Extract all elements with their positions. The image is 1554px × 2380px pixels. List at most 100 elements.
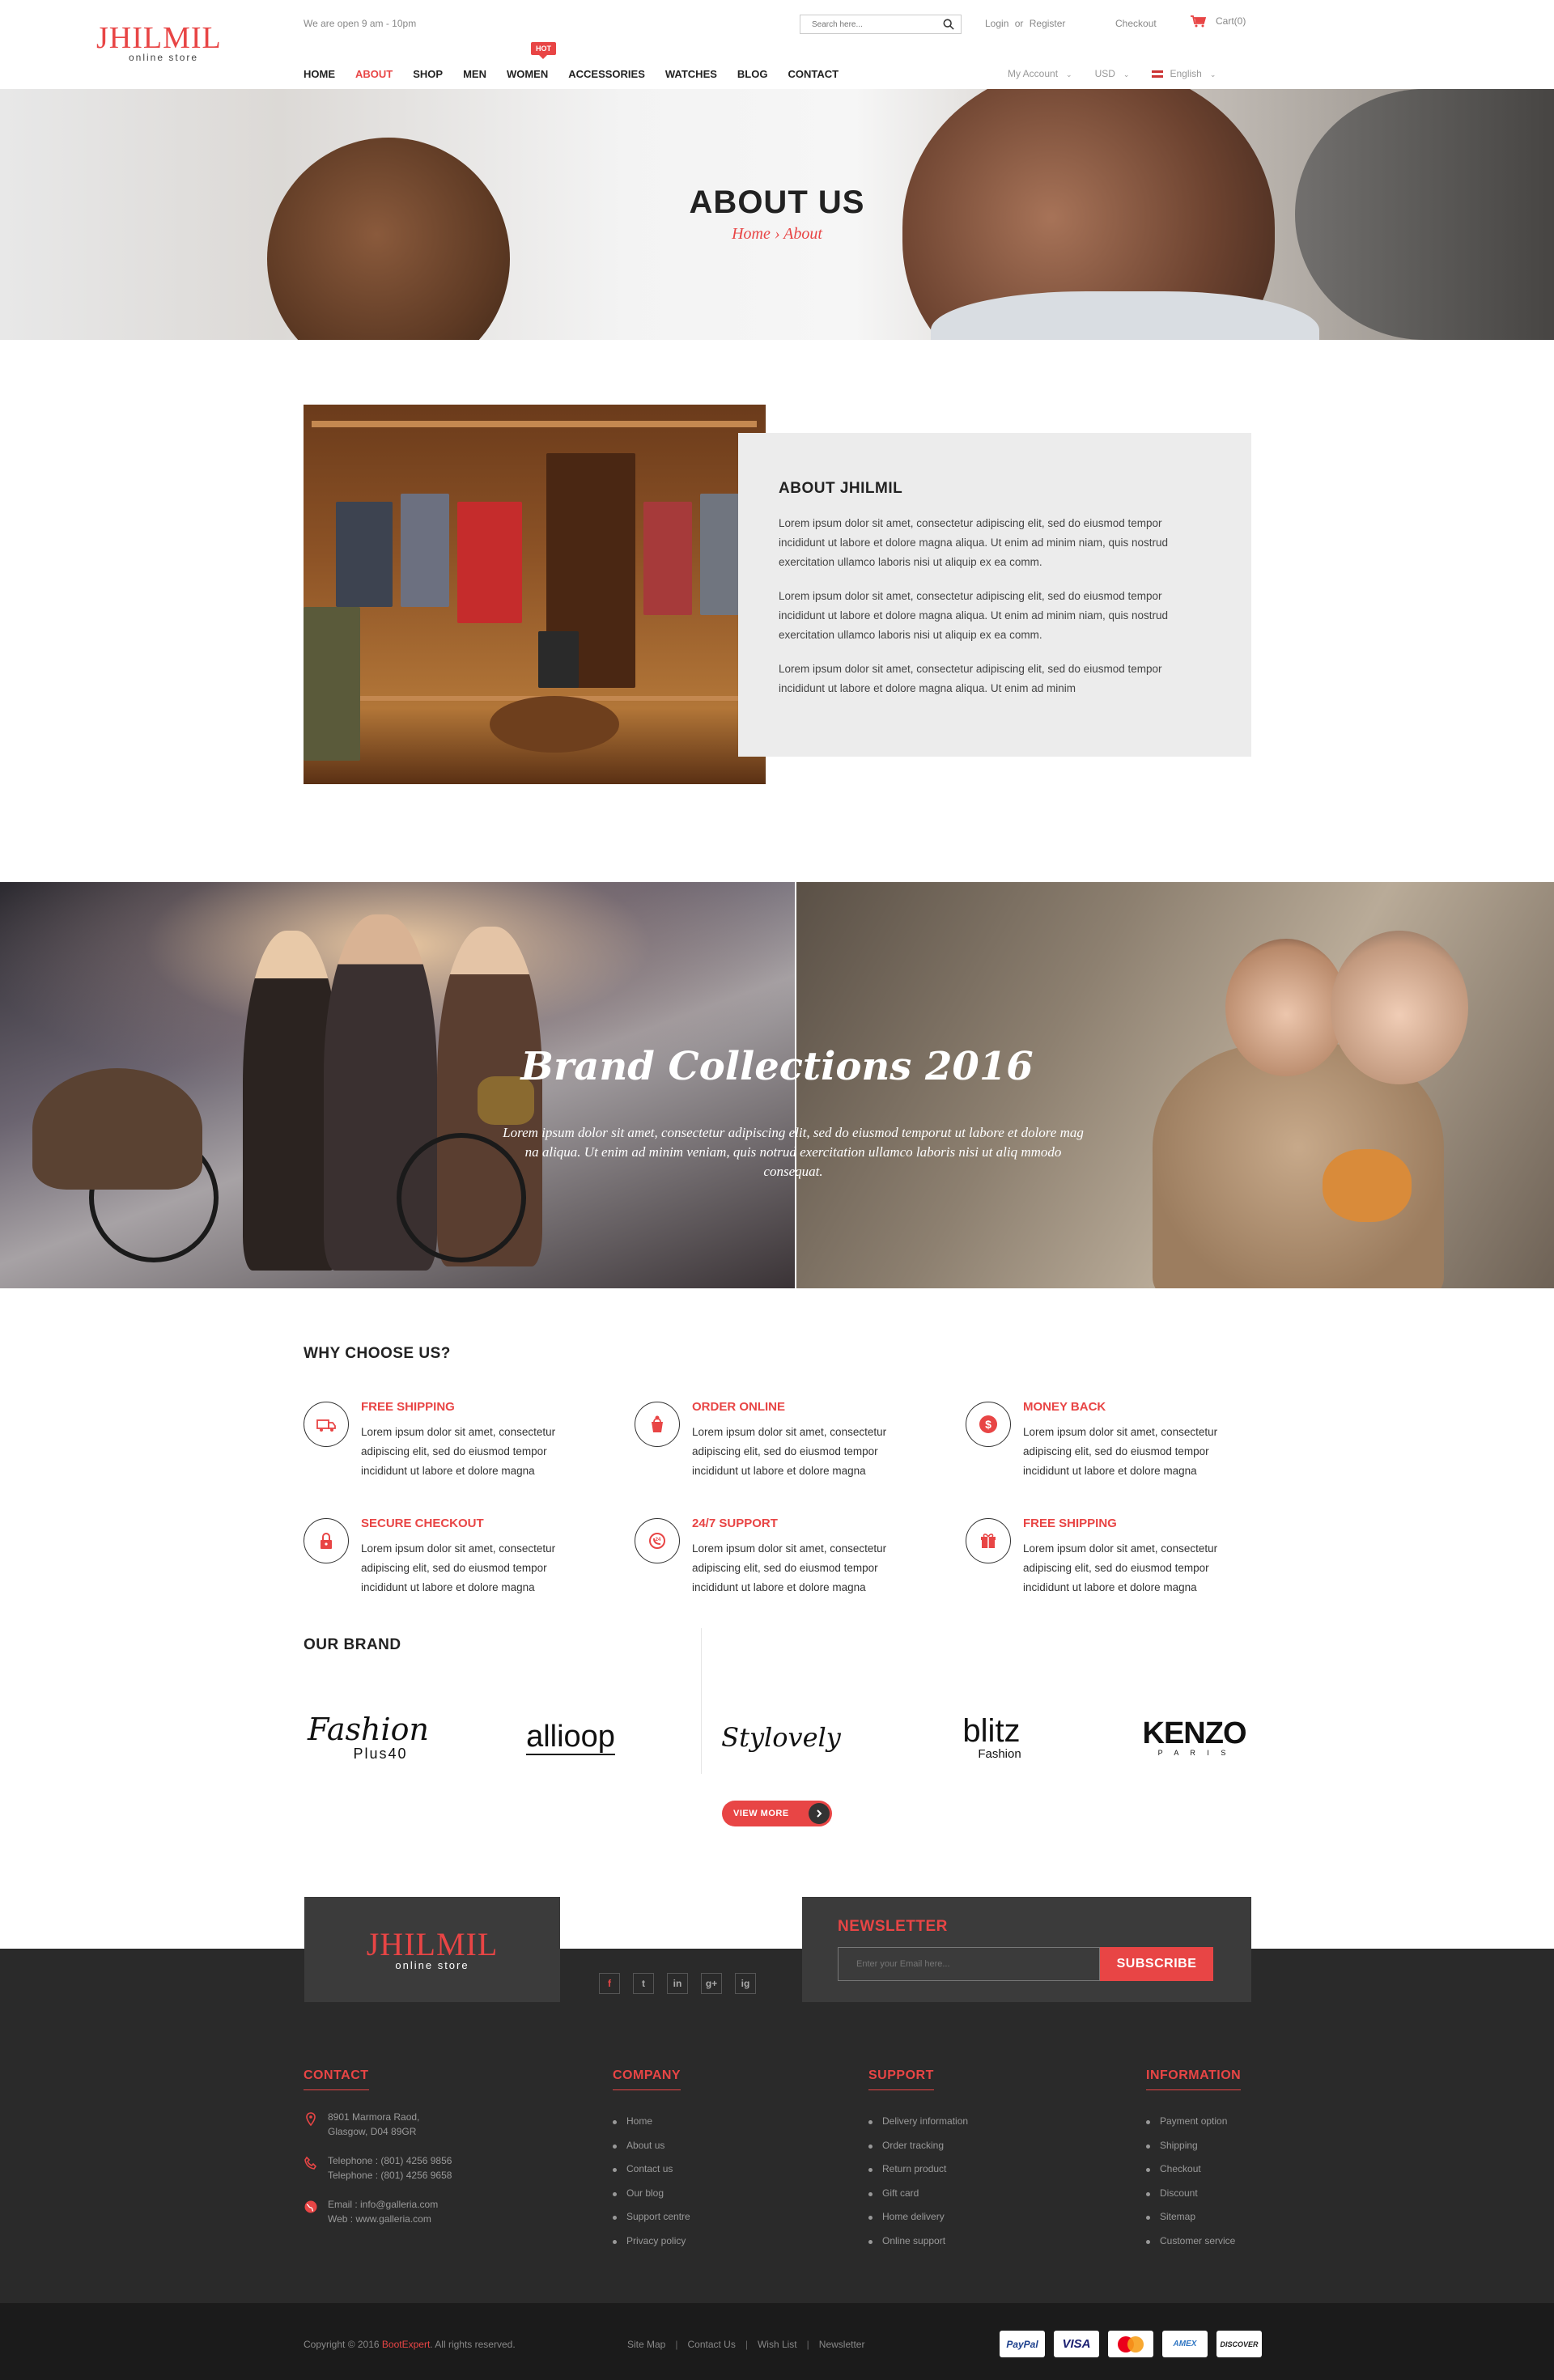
divider: |: [745, 2339, 748, 2350]
footer-column-title: SUPPORT: [868, 2068, 934, 2090]
email-line[interactable]: Email : info@galleria.com: [328, 2197, 452, 2212]
instagram-icon[interactable]: ig: [735, 1973, 756, 1994]
footer-link[interactable]: About us: [613, 2134, 690, 2158]
feature-text: Lorem ipsum dolor sit amet, consectetur …: [692, 1426, 887, 1477]
footer-logo[interactable]: JHILMIL online store: [304, 1897, 560, 2002]
footer-column-title: CONTACT: [304, 2068, 369, 2090]
feature-item: 24 24/7 SUPPORT Lorem ipsum dolor sit am…: [635, 1517, 926, 1615]
search-input[interactable]: [800, 15, 938, 33]
footer-link[interactable]: Order tracking: [868, 2134, 968, 2158]
support-icon: 24: [635, 1518, 680, 1563]
brand-logo-allioop[interactable]: allioop: [518, 1701, 623, 1774]
footer-link[interactable]: Online support: [868, 2229, 968, 2254]
nav-accessories[interactable]: ACCESSORIES: [568, 68, 645, 80]
feature-title: 24/7 SUPPORT: [692, 1517, 778, 1530]
facebook-icon[interactable]: f: [599, 1973, 620, 1994]
footer-link[interactable]: Discount: [1146, 2182, 1241, 2206]
footer-link[interactable]: Contact us: [613, 2157, 690, 2182]
nav-about[interactable]: ABOUT: [355, 68, 393, 80]
nav-watches[interactable]: WATCHES: [665, 68, 717, 80]
phone-icon: [304, 2156, 317, 2170]
nav-home[interactable]: HOME: [304, 68, 335, 80]
dollar-icon: $: [966, 1402, 1011, 1447]
newsletter-email-input[interactable]: [838, 1947, 1100, 1981]
nav-men[interactable]: MEN: [463, 68, 486, 80]
divider: |: [806, 2339, 809, 2350]
footer-link[interactable]: Checkout: [1146, 2157, 1241, 2182]
footer-link[interactable]: Home delivery: [868, 2205, 968, 2229]
footer-link[interactable]: Our blog: [613, 2182, 690, 2206]
search-icon[interactable]: [943, 19, 954, 30]
copyright-brand-link[interactable]: BootExpert: [382, 2339, 430, 2350]
web-line[interactable]: Web : www.galleria.com: [328, 2212, 452, 2226]
language-label: English: [1170, 68, 1202, 79]
brand-logo-fashion-plus40[interactable]: Fashion Plus40: [304, 1701, 433, 1774]
footer-link[interactable]: Customer service: [1146, 2229, 1241, 2254]
copyright: Copyright © 2016 BootExpert. All rights …: [304, 2339, 516, 2350]
checkout-link[interactable]: Checkout: [1115, 18, 1157, 29]
footer-information-column: INFORMATION Payment option Shipping Chec…: [1146, 2068, 1242, 2254]
feature-title: ORDER ONLINE: [692, 1400, 786, 1414]
about-heading: ABOUT JHILMIL: [779, 480, 903, 497]
subscribe-button[interactable]: SUBSCRIBE: [1100, 1947, 1213, 1981]
location-icon: [306, 2112, 316, 2127]
about-text-box: ABOUT JHILMIL Lorem ipsum dolor sit amet…: [738, 433, 1251, 757]
phone-line[interactable]: Telephone : (801) 4256 9856: [328, 2153, 452, 2168]
bottom-links: Site Map | Contact Us | Wish List | Newslet…: [627, 2339, 864, 2350]
truck-icon: [304, 1402, 349, 1447]
phone-line[interactable]: Telephone : (801) 4256 9658: [328, 2168, 452, 2183]
bottom-link-wishlist[interactable]: Wish List: [758, 2339, 797, 2350]
utility-nav: My Account ⌄ USD ⌄ English ⌄: [1008, 68, 1216, 79]
register-link[interactable]: Register: [1030, 18, 1066, 29]
footer-link[interactable]: Shipping: [1146, 2134, 1241, 2158]
copyright-text: Copyright © 2016: [304, 2339, 380, 2350]
footer-link[interactable]: Return product: [868, 2157, 968, 2182]
twitter-icon[interactable]: t: [633, 1973, 654, 1994]
footer-link[interactable]: Home: [613, 2110, 690, 2134]
gift-icon: [966, 1518, 1011, 1563]
divider: [701, 1628, 702, 1774]
view-more-button[interactable]: VIEW MORE: [722, 1801, 832, 1826]
nav-women[interactable]: WOMEN HOT: [507, 42, 556, 80]
breadcrumb[interactable]: Home › About: [0, 225, 1554, 244]
my-account-dropdown[interactable]: My Account ⌄: [1008, 68, 1072, 79]
login-link[interactable]: Login: [985, 18, 1008, 29]
our-brand-section: OUR BRAND Fashion Plus40 allioop Stylove…: [0, 1628, 1554, 1883]
currency-dropdown[interactable]: USD ⌄: [1095, 68, 1130, 79]
brand-logo-subtext: Plus40: [353, 1745, 408, 1762]
linkedin-icon[interactable]: in: [667, 1973, 688, 1994]
feature-text: Lorem ipsum dolor sit amet, consectetur …: [361, 1426, 556, 1477]
brand-logo-kenzo[interactable]: KENZO P A R I S: [1137, 1701, 1251, 1774]
footer-link[interactable]: Payment option: [1146, 2110, 1241, 2134]
footer-link[interactable]: Delivery information: [868, 2110, 968, 2134]
page-title: ABOUT US: [689, 185, 865, 220]
svg-text:24: 24: [656, 1538, 661, 1542]
discover-icon: DISCOVER: [1216, 2331, 1262, 2357]
feature-title: FREE SHIPPING: [361, 1400, 455, 1414]
nav-shop[interactable]: SHOP: [413, 68, 443, 80]
brand-logo-stylovely[interactable]: Stylovely: [721, 1701, 841, 1774]
bottom-link-newsletter[interactable]: Newsletter: [819, 2339, 865, 2350]
brand-logo-blitz[interactable]: blitz Fashion: [939, 1701, 1044, 1774]
feature-item: ORDER ONLINE Lorem ipsum dolor sit amet,…: [635, 1400, 926, 1499]
contact-email: Email : info@galleria.com Web : www.gall…: [304, 2197, 452, 2226]
bottom-link-contact[interactable]: Contact Us: [687, 2339, 735, 2350]
about-section: ABOUT JHILMIL Lorem ipsum dolor sit amet…: [0, 340, 1554, 882]
google-plus-icon[interactable]: g+: [701, 1973, 722, 1994]
cart-link[interactable]: Cart(0): [1190, 15, 1246, 28]
nav-contact[interactable]: CONTACT: [788, 68, 839, 80]
search-box: [800, 15, 962, 34]
footer-link[interactable]: Support centre: [613, 2205, 690, 2229]
site-footer: JHILMIL online store f t in g+ ig NEWSLE…: [0, 1897, 1554, 2303]
footer-link[interactable]: Sitemap: [1146, 2205, 1241, 2229]
language-dropdown[interactable]: English ⌄: [1152, 68, 1216, 79]
logo[interactable]: JHILMIL online store: [96, 23, 221, 63]
footer-link[interactable]: Gift card: [868, 2182, 968, 2206]
brand-logo-text: blitz: [962, 1712, 1021, 1749]
footer-link[interactable]: Privacy policy: [613, 2229, 690, 2254]
nav-blog[interactable]: BLOG: [737, 68, 768, 80]
login-area: Login or Register: [985, 18, 1065, 29]
bottom-link-sitemap[interactable]: Site Map: [627, 2339, 665, 2350]
lock-icon: [304, 1518, 349, 1563]
globe-icon: [304, 2200, 317, 2213]
